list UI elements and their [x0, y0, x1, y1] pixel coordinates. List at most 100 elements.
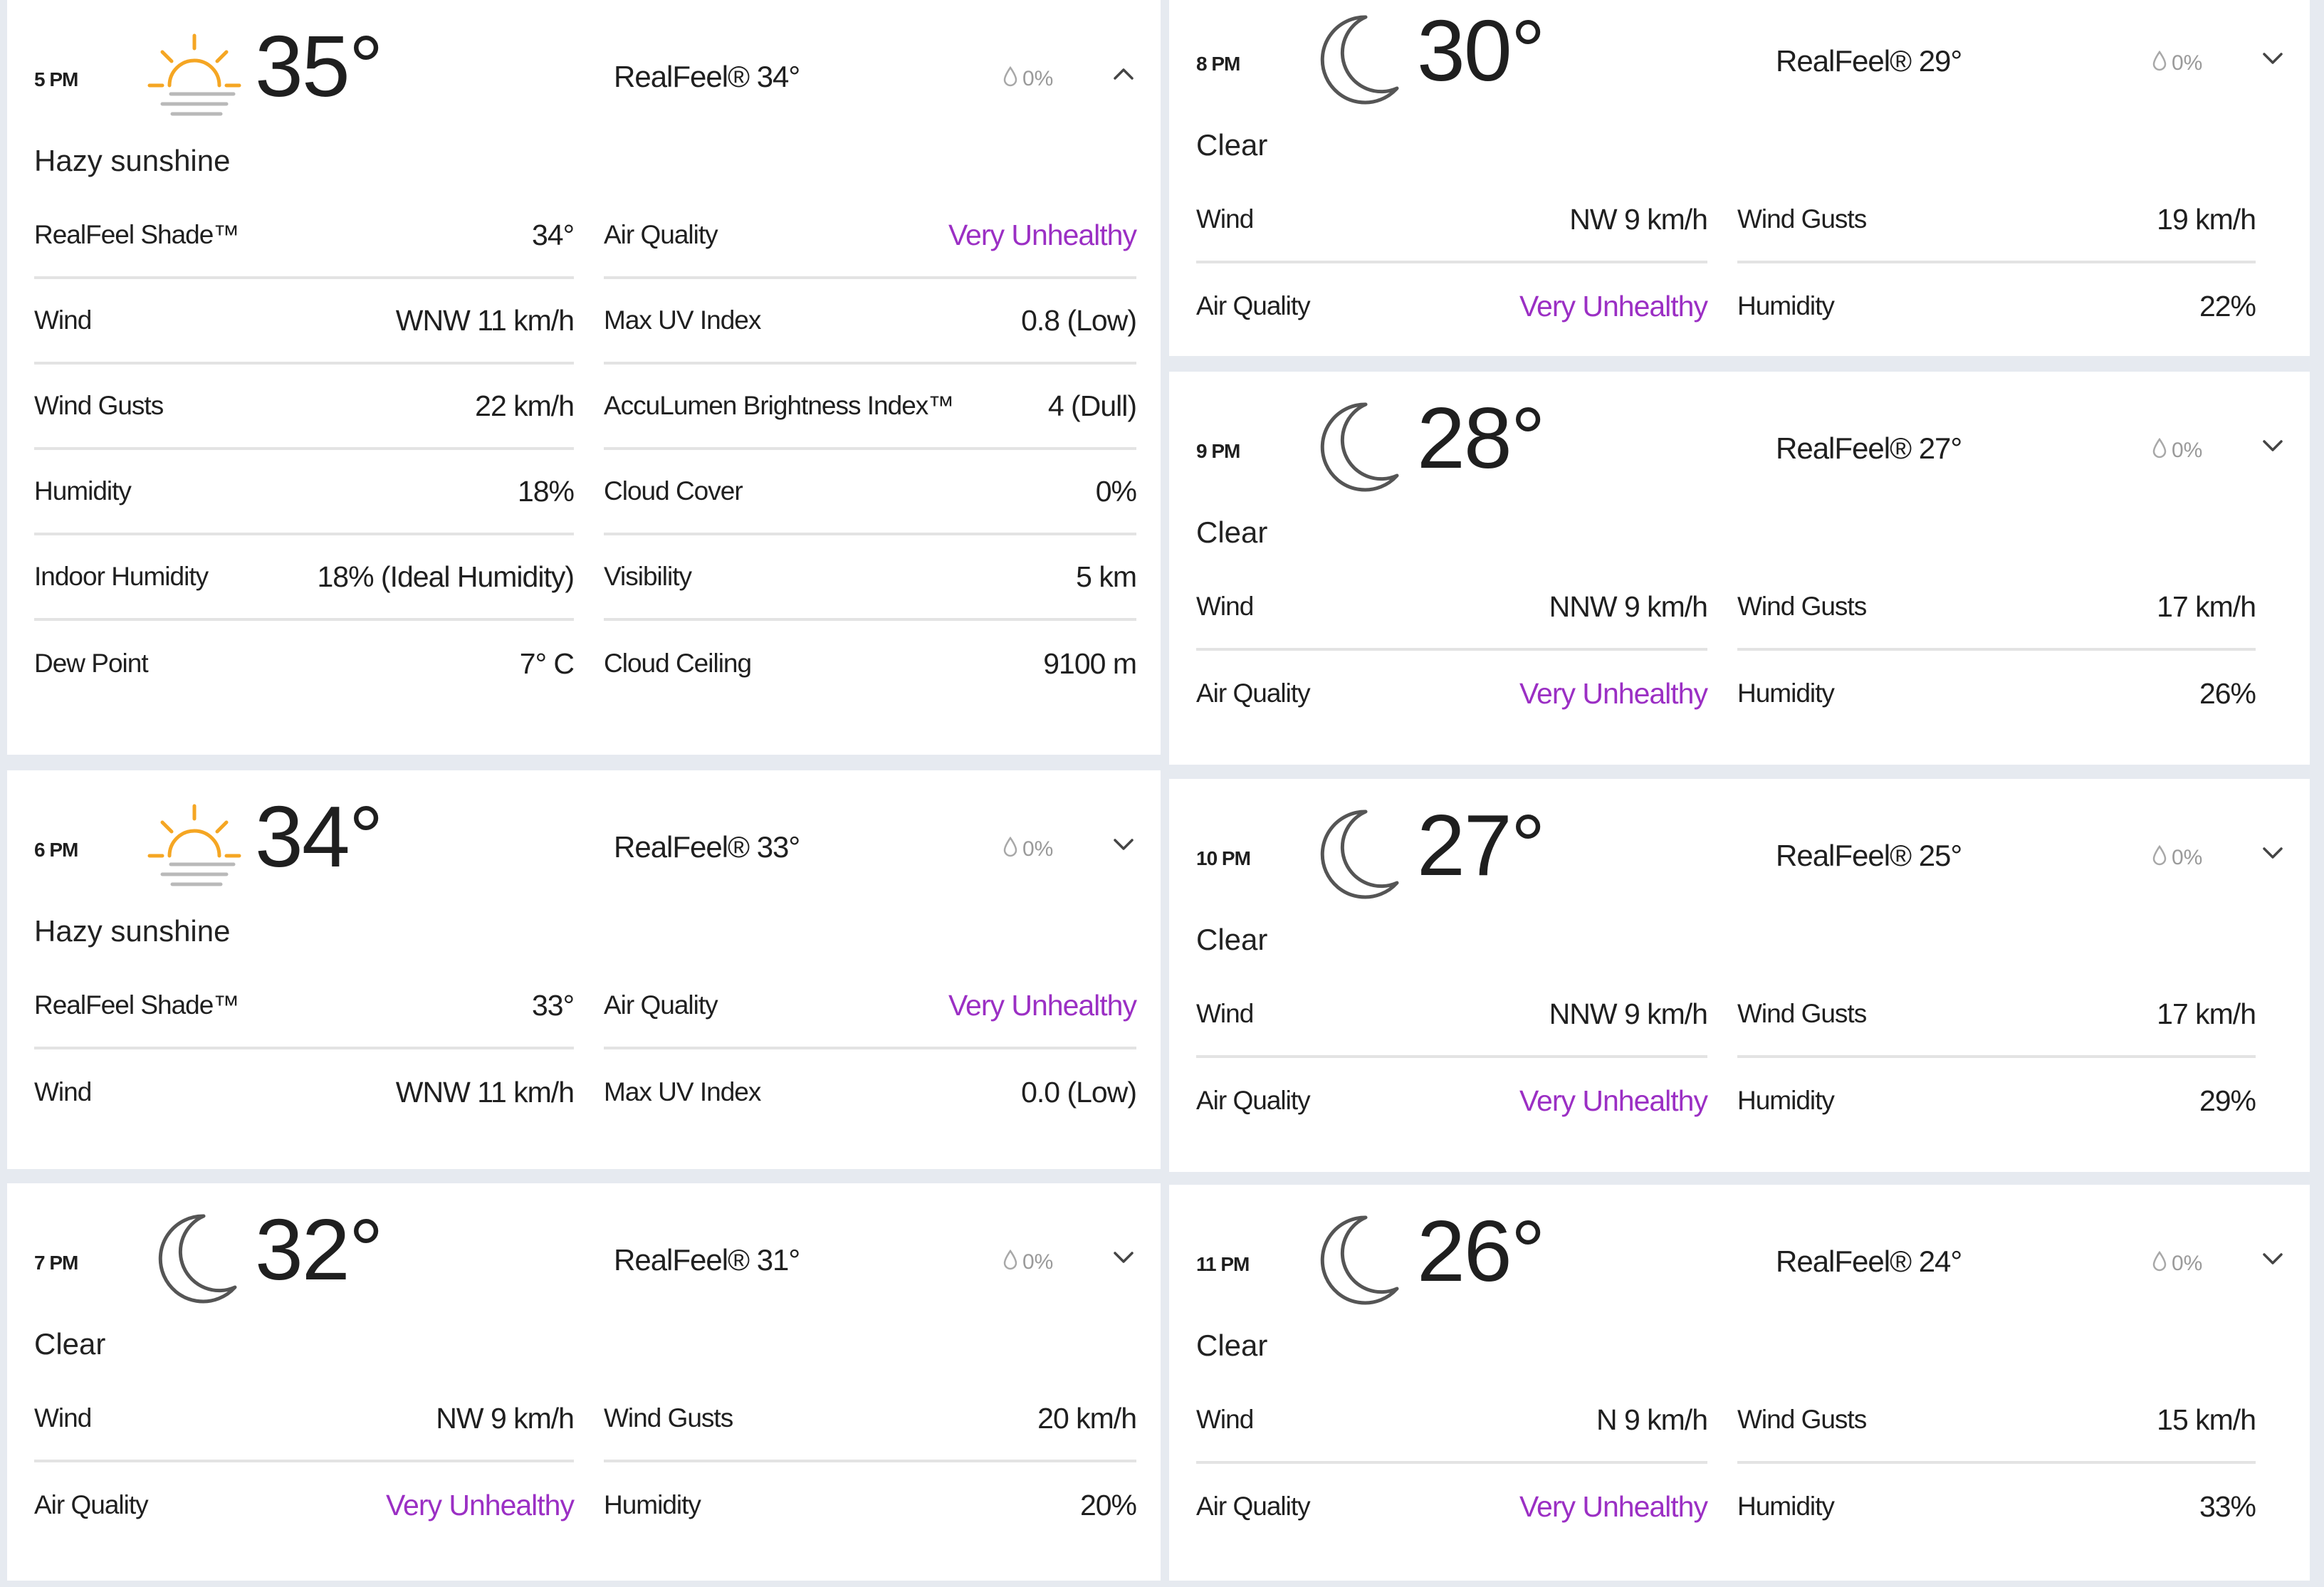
chevron-down-icon[interactable] [2258, 1245, 2287, 1273]
detail-value: 9100 m [1043, 646, 1137, 680]
details-column-left: RealFeel Shade™ 34° Wind WNW 11 km/h Wind … [34, 194, 575, 706]
card-header[interactable]: 9 PM 28° RealFeel® 27° 0% Clear [1196, 372, 2287, 549]
detail-label: Cloud Ceiling [604, 649, 752, 678]
hour-time: 11 PM [1196, 1253, 1250, 1275]
droplet-icon [1003, 66, 1018, 93]
moon-icon [1303, 4, 1410, 111]
detail-row: Wind NNW 9 km/h [1196, 565, 1708, 651]
detail-label: Air Quality [604, 220, 718, 249]
detail-row: Cloud Ceiling 9100 m [604, 621, 1137, 706]
detail-value: 20 km/h [1037, 1401, 1137, 1435]
card-header[interactable]: 6 PM 34° RealFeel® 33° 0% Hazy sunshine [34, 770, 1138, 948]
moon-icon [141, 1203, 248, 1310]
hourly-card[interactable]: 5 PM 35° RealFeel® 34° 0% Hazy sunshine … [7, 0, 1161, 755]
detail-label: Max UV Index [604, 1077, 761, 1106]
detail-value: 17 km/h [2157, 997, 2256, 1030]
chevron-down-icon[interactable] [2258, 44, 2287, 73]
card-header[interactable]: 7 PM 32° RealFeel® 31° 0% Clear [34, 1183, 1138, 1361]
precipitation: 0% [1003, 66, 1053, 93]
detail-label: Wind Gusts [1737, 204, 1867, 234]
detail-row: Air Quality Very Unhealthy [604, 964, 1137, 1049]
detail-label: Visibility [604, 562, 692, 591]
detail-value: 29% [2199, 1084, 2256, 1117]
chevron-down-icon[interactable] [1109, 830, 1138, 859]
details-grid: RealFeel Shade™ 33° Wind WNW 11 km/h Air Q… [34, 964, 1137, 1135]
card-header[interactable]: 5 PM 35° RealFeel® 34° 0% Hazy sunshine [34, 0, 1138, 177]
detail-row: Humidity 18% [34, 450, 575, 535]
details-grid: Wind NNW 9 km/h Air Quality Very Unhealth… [1196, 565, 2256, 736]
detail-label: AccuLumen Brightness Index™ [604, 391, 954, 420]
details-grid: Wind NW 9 km/h Air Quality Very Unhealthy… [1196, 178, 2256, 349]
air-quality-value[interactable]: Very Unhealthy [386, 1489, 575, 1522]
droplet-icon [2152, 1250, 2167, 1277]
detail-value: 19 km/h [2157, 202, 2256, 236]
hourly-card[interactable]: 8 PM 30° RealFeel® 29° 0% Clear Wind NW … [1169, 0, 2310, 356]
detail-row: Dew Point 7° C [34, 621, 575, 706]
realfeel: RealFeel® 31° [614, 1243, 800, 1277]
air-quality-value[interactable]: Very Unhealthy [1519, 290, 1708, 323]
moon-icon [1303, 1205, 1410, 1311]
precip-value: 0% [2172, 51, 2203, 75]
precipitation: 0% [1003, 1249, 1053, 1276]
card-header[interactable]: 10 PM 27° RealFeel® 25° 0% Clear [1196, 779, 2287, 956]
detail-value: 5 km [1076, 560, 1137, 593]
precip-value: 0% [1022, 67, 1054, 90]
chevron-down-icon[interactable] [2258, 431, 2287, 460]
details-column-left: Wind NNW 9 km/h Air Quality Very Unhealth… [1196, 565, 1708, 736]
weather-phrase: Clear [1196, 128, 1268, 162]
hourly-card[interactable]: 7 PM 32° RealFeel® 31° 0% Clear Wind NW … [7, 1183, 1161, 1581]
detail-value: 33% [2199, 1489, 2256, 1523]
details-column-right: Wind Gusts 17 km/h Humidity 26% [1737, 565, 2256, 736]
air-quality-value[interactable]: Very Unhealthy [1519, 1084, 1708, 1118]
weather-phrase: Clear [1196, 515, 1268, 549]
hourly-card[interactable]: 9 PM 28° RealFeel® 27° 0% Clear Wind NNW… [1169, 372, 2310, 765]
detail-value: NNW 9 km/h [1549, 997, 1708, 1030]
chevron-up-icon[interactable] [1109, 60, 1138, 88]
temperature: 34° [255, 788, 383, 885]
chevron-down-icon[interactable] [2258, 839, 2287, 867]
detail-row: RealFeel Shade™ 34° [34, 194, 575, 279]
detail-row: Air Quality Very Unhealthy [34, 1462, 575, 1548]
temperature: 27° [1417, 797, 1545, 894]
moon-icon [1303, 799, 1410, 906]
details-column-right: Air Quality Very Unhealthy Max UV Index 0… [604, 194, 1137, 706]
weather-phrase: Hazy sunshine [34, 914, 231, 948]
hourly-card[interactable]: 11 PM 26° RealFeel® 24° 0% Clear Wind N … [1169, 1185, 2310, 1581]
air-quality-value[interactable]: Very Unhealthy [1519, 1490, 1708, 1524]
droplet-icon [2152, 437, 2167, 464]
detail-row: Wind Gusts 22 km/h [34, 365, 575, 450]
detail-row: Wind Gusts 15 km/h [1737, 1378, 2256, 1464]
air-quality-value[interactable]: Very Unhealthy [1519, 677, 1708, 711]
detail-value: 20% [1079, 1488, 1137, 1521]
detail-value: NW 9 km/h [436, 1401, 575, 1435]
detail-value: N 9 km/h [1596, 1403, 1708, 1436]
detail-value: 33° [531, 988, 575, 1022]
precipitation: 0% [2152, 437, 2202, 464]
hourly-card[interactable]: 10 PM 27° RealFeel® 25° 0% Clear Wind NN… [1169, 779, 2310, 1172]
details-column-right: Wind Gusts 19 km/h Humidity 22% [1737, 178, 2256, 349]
air-quality-value[interactable]: Very Unhealthy [948, 989, 1137, 1022]
detail-value: 15 km/h [2157, 1403, 2256, 1436]
detail-label: Humidity [604, 1490, 701, 1519]
detail-row: Wind Gusts 17 km/h [1737, 973, 2256, 1058]
detail-label: Wind Gusts [604, 1403, 733, 1433]
detail-label: Wind [34, 1077, 92, 1106]
temperature: 32° [255, 1201, 383, 1298]
chevron-down-icon[interactable] [1109, 1243, 1138, 1272]
details-column-right: Wind Gusts 20 km/h Humidity 20% [604, 1377, 1137, 1548]
hourly-card[interactable]: 6 PM 34° RealFeel® 33° 0% Hazy sunshine … [7, 770, 1161, 1169]
card-header[interactable]: 11 PM 26° RealFeel® 24° 0% Clear [1196, 1185, 2287, 1362]
weather-phrase: Clear [1196, 1329, 1268, 1362]
realfeel: RealFeel® 29° [1776, 44, 1962, 78]
details-column-right: Air Quality Very Unhealthy Max UV Index 0… [604, 964, 1137, 1135]
precipitation: 0% [2152, 844, 2202, 871]
details-column-left: Wind NW 9 km/h Air Quality Very Unhealthy [34, 1377, 575, 1548]
detail-label: Cloud Cover [604, 476, 743, 506]
details-column-left: Wind N 9 km/h Air Quality Very Unhealthy [1196, 1378, 1708, 1549]
card-header[interactable]: 8 PM 30° RealFeel® 29° 0% Clear [1196, 0, 2287, 162]
detail-row: AccuLumen Brightness Index™ 4 (Dull) [604, 365, 1137, 450]
weather-phrase: Clear [34, 1327, 106, 1361]
detail-value: NW 9 km/h [1569, 202, 1708, 236]
detail-label: Wind [34, 305, 92, 335]
air-quality-value[interactable]: Very Unhealthy [948, 219, 1137, 252]
